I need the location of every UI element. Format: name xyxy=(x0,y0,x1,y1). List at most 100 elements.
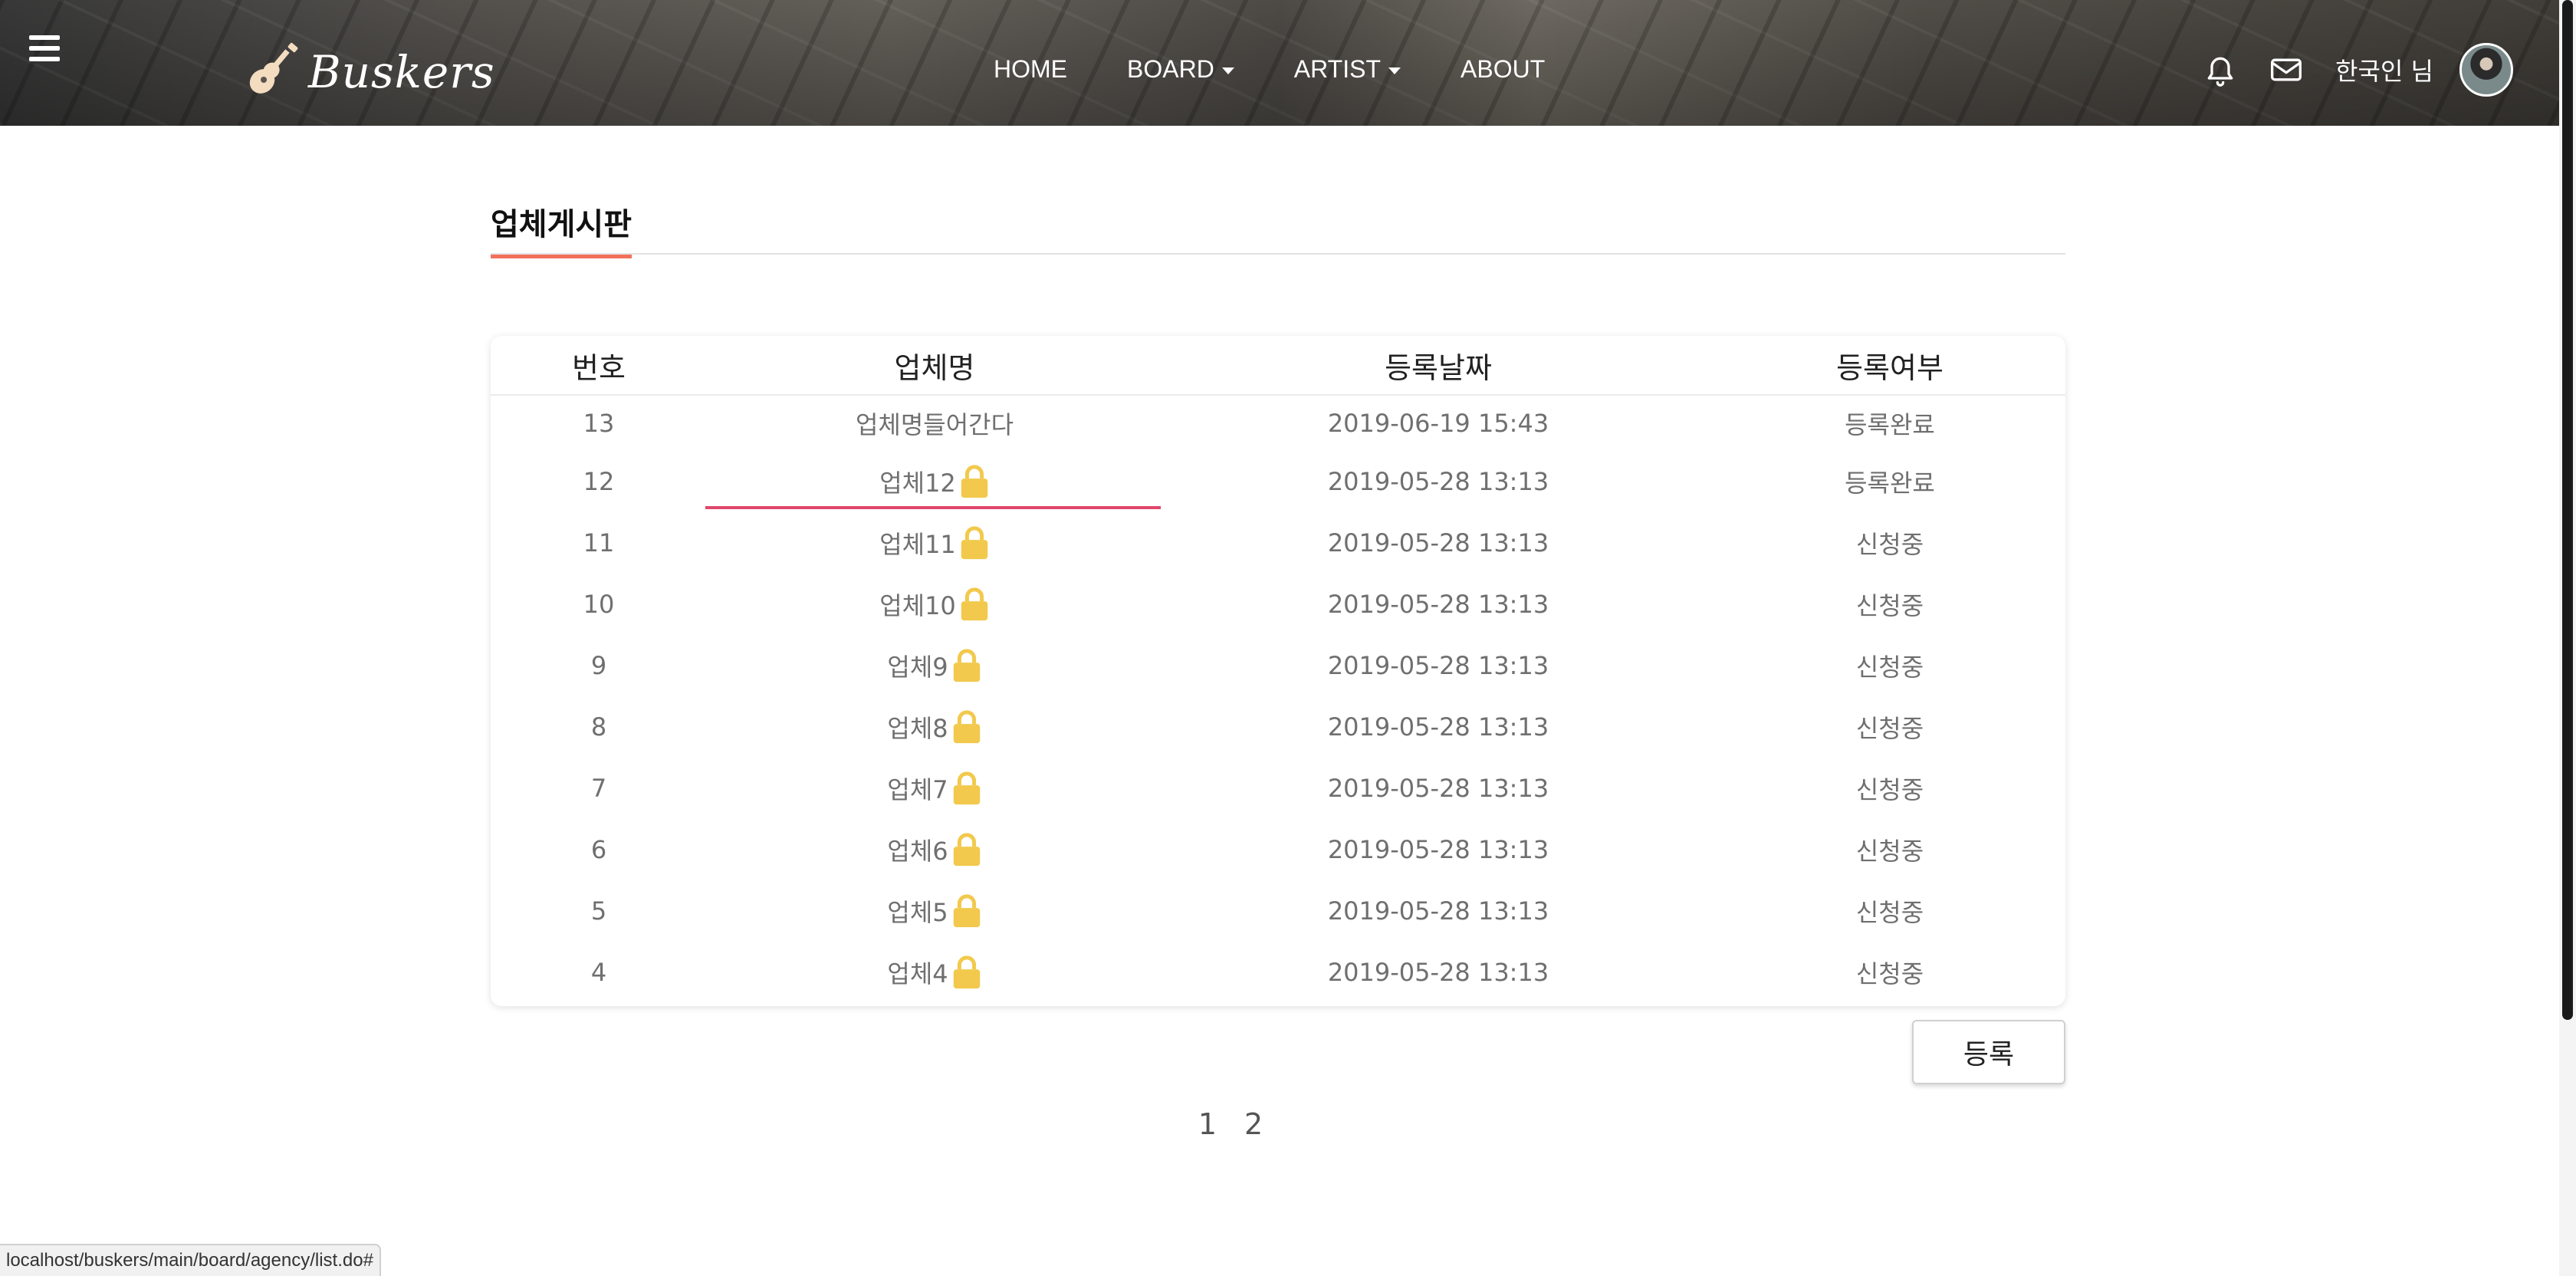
row-status: 신청중 xyxy=(1855,714,1924,743)
table-row[interactable]: 4 업체4 2019-05-28 13:13 신청중 xyxy=(491,942,2065,1003)
column-header-no: 번호 xyxy=(572,350,626,385)
caret-down-icon xyxy=(1388,67,1401,74)
mail-icon[interactable] xyxy=(2269,53,2303,87)
row-name: 업체8 xyxy=(887,714,948,743)
lock-icon xyxy=(961,526,988,560)
row-no: 4 xyxy=(590,958,607,987)
board-title-bar: 업체게시판 xyxy=(491,199,2065,258)
row-status: 등록완료 xyxy=(1845,410,1935,439)
lock-icon xyxy=(953,710,980,744)
row-name-link[interactable]: 업체5 xyxy=(707,893,1162,929)
row-name-link[interactable]: 업체6 xyxy=(707,832,1162,867)
nav-about-label: ABOUT xyxy=(1460,55,1546,83)
row-date: 2019-05-28 13:13 xyxy=(1327,590,1549,619)
table-row[interactable]: 11 업체11 2019-05-28 13:13 신청중 xyxy=(491,512,2065,574)
lock-icon xyxy=(953,833,980,867)
agency-board: 업체게시판 번호 업체명 등록날짜 등록여부 13 업체명들어간다 2019-0… xyxy=(491,199,2065,1141)
row-status: 신청중 xyxy=(1855,837,1924,866)
register-button[interactable]: 등록 xyxy=(1912,1020,2065,1084)
row-no: 7 xyxy=(590,774,607,803)
column-header-date: 등록날짜 xyxy=(1385,350,1492,385)
table-row[interactable]: 6 업체6 2019-05-28 13:13 신청중 xyxy=(491,819,2065,880)
lock-icon xyxy=(961,587,988,621)
row-name: 업체명들어간다 xyxy=(855,410,1014,439)
row-no: 10 xyxy=(583,590,615,619)
user-name[interactable]: 한국인 님 xyxy=(2335,52,2433,87)
row-name-link[interactable]: 업체명들어간다 xyxy=(707,406,1162,441)
header-user-area: 한국인 님 xyxy=(2203,43,2513,97)
page-link-2[interactable]: 2 xyxy=(1244,1107,1263,1141)
row-date: 2019-05-28 13:13 xyxy=(1327,528,1549,557)
row-date: 2019-05-28 13:13 xyxy=(1327,774,1549,803)
table-row[interactable]: 12 업체12 2019-05-28 13:13 등록완료 xyxy=(491,451,2065,512)
lock-icon xyxy=(961,465,988,498)
main-nav: HOME BOARD ARTIST ABOUT xyxy=(994,55,1605,84)
page-title: 업체게시판 xyxy=(491,199,632,258)
table-row[interactable]: 8 업체8 2019-05-28 13:13 신청중 xyxy=(491,696,2065,758)
pagination: 1 2 xyxy=(491,1107,2065,1141)
row-name-link[interactable]: 업체9 xyxy=(707,648,1162,683)
board-table: 번호 업체명 등록날짜 등록여부 13 업체명들어간다 2019-06-19 1… xyxy=(491,336,2065,1006)
bell-icon[interactable] xyxy=(2203,53,2237,87)
row-no: 12 xyxy=(583,467,615,496)
table-row[interactable]: 13 업체명들어간다 2019-06-19 15:43 등록완료 xyxy=(491,396,2065,451)
row-date: 2019-05-28 13:13 xyxy=(1327,835,1549,864)
row-name: 업체12 xyxy=(879,469,956,498)
row-no: 8 xyxy=(590,712,607,742)
table-row[interactable]: 7 업체7 2019-05-28 13:13 신청중 xyxy=(491,758,2065,819)
lock-icon xyxy=(953,771,980,805)
row-date: 2019-05-28 13:13 xyxy=(1327,896,1549,926)
row-date: 2019-06-19 15:43 xyxy=(1327,409,1549,438)
menu-icon[interactable] xyxy=(29,35,60,61)
row-name-link[interactable]: 업체12 xyxy=(707,464,1162,499)
row-name-link[interactable]: 업체10 xyxy=(707,587,1162,622)
status-url: localhost/buskers/main/board/agency/list… xyxy=(6,1250,373,1271)
logo-text: Buskers xyxy=(308,46,495,98)
row-status: 신청중 xyxy=(1855,591,1924,620)
scrollbar-thumb[interactable] xyxy=(2562,0,2573,1020)
avatar[interactable] xyxy=(2459,43,2513,97)
site-logo[interactable]: Buskers xyxy=(242,41,495,103)
row-name: 업체4 xyxy=(887,959,948,988)
row-no: 5 xyxy=(590,896,607,926)
row-date: 2019-05-28 13:13 xyxy=(1327,712,1549,742)
row-no: 11 xyxy=(583,528,615,557)
nav-artist-label: ARTIST xyxy=(1293,55,1381,83)
row-name: 업체10 xyxy=(879,591,956,620)
row-name-link[interactable]: 업체8 xyxy=(707,709,1162,745)
table-row[interactable]: 5 업체5 2019-05-28 13:13 신청중 xyxy=(491,880,2065,942)
row-date: 2019-05-28 13:13 xyxy=(1327,651,1549,680)
browser-status-bar: localhost/buskers/main/board/agency/list… xyxy=(0,1244,381,1276)
row-name-link[interactable]: 업체11 xyxy=(707,525,1162,561)
caret-down-icon xyxy=(1221,67,1234,74)
row-status: 신청중 xyxy=(1855,530,1924,559)
row-name: 업체7 xyxy=(887,775,948,804)
row-status: 신청중 xyxy=(1855,653,1924,682)
nav-home[interactable]: HOME xyxy=(994,55,1067,84)
row-status: 신청중 xyxy=(1855,775,1924,804)
row-status: 신청중 xyxy=(1855,898,1924,927)
column-header-name: 업체명 xyxy=(894,350,975,385)
nav-board-label: BOARD xyxy=(1127,55,1214,83)
lock-icon xyxy=(953,955,980,989)
nav-home-label: HOME xyxy=(994,55,1067,83)
table-header: 번호 업체명 등록날짜 등록여부 xyxy=(491,336,2065,396)
row-name: 업체11 xyxy=(879,530,956,559)
row-date: 2019-05-28 13:13 xyxy=(1327,467,1549,496)
row-name-link[interactable]: 업체7 xyxy=(707,771,1162,806)
row-name: 업체9 xyxy=(887,653,948,682)
header-banner: Buskers HOME BOARD ARTIST ABOUT 한국인 님 xyxy=(0,0,2559,126)
row-name: 업체5 xyxy=(887,898,948,927)
nav-artist[interactable]: ARTIST xyxy=(1294,55,1401,84)
lock-icon xyxy=(953,894,980,928)
row-status: 신청중 xyxy=(1855,959,1924,988)
nav-about[interactable]: ABOUT xyxy=(1460,55,1545,84)
row-status: 등록완료 xyxy=(1845,469,1935,498)
row-no: 13 xyxy=(583,409,615,438)
table-row[interactable]: 9 업체9 2019-05-28 13:13 신청중 xyxy=(491,635,2065,696)
vertical-scrollbar[interactable] xyxy=(2559,0,2576,1276)
table-row[interactable]: 10 업체10 2019-05-28 13:13 신청중 xyxy=(491,574,2065,635)
nav-board[interactable]: BOARD xyxy=(1127,55,1234,84)
page-link-1[interactable]: 1 xyxy=(1198,1107,1217,1141)
row-name-link[interactable]: 업체4 xyxy=(707,955,1162,990)
